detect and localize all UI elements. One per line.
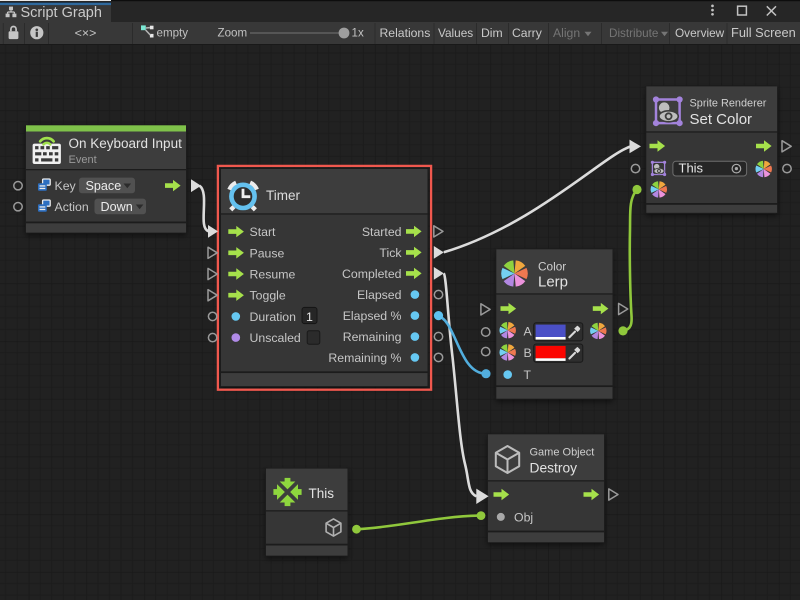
svg-text:Timer: Timer <box>266 188 300 203</box>
svg-text:Game Object: Game Object <box>530 446 595 458</box>
svg-text:Color: Color <box>538 259 566 273</box>
svg-text:Full Screen: Full Screen <box>731 25 796 40</box>
svg-text:<×>: <×> <box>75 26 97 40</box>
svg-text:This: This <box>309 486 335 501</box>
svg-text:Unscaled: Unscaled <box>250 331 301 345</box>
svg-text:Key: Key <box>55 179 77 193</box>
svg-text:Down: Down <box>101 200 133 214</box>
svg-text:B: B <box>524 346 532 360</box>
svg-text:Values: Values <box>438 26 473 40</box>
svg-text:Remaining: Remaining <box>343 330 402 344</box>
svg-text:Action: Action <box>55 200 89 214</box>
svg-text:Lerp: Lerp <box>538 274 568 291</box>
svg-text:Relations: Relations <box>380 26 431 40</box>
svg-text:Pause: Pause <box>250 246 285 260</box>
svg-text:Obj: Obj <box>514 510 533 524</box>
svg-text:Start: Start <box>250 225 277 239</box>
svg-text:Overview: Overview <box>675 26 725 40</box>
svg-text:Destroy: Destroy <box>530 461 578 476</box>
svg-text:Set Color: Set Color <box>690 111 753 128</box>
svg-text:On Keyboard Input: On Keyboard Input <box>69 136 183 151</box>
svg-text:Started: Started <box>362 225 402 239</box>
svg-text:Tick: Tick <box>379 246 402 260</box>
svg-text:1x: 1x <box>352 27 364 40</box>
svg-text:Event: Event <box>69 154 97 166</box>
svg-text:Space: Space <box>86 179 122 193</box>
svg-text:Align: Align <box>553 26 580 40</box>
svg-text:1: 1 <box>306 310 313 324</box>
svg-text:Elapsed %: Elapsed % <box>343 309 402 323</box>
svg-text:Script Graph: Script Graph <box>21 5 102 21</box>
svg-text:Toggle: Toggle <box>250 289 286 303</box>
svg-text:A: A <box>524 324 533 338</box>
svg-text:Dim: Dim <box>481 26 503 40</box>
svg-text:Carry: Carry <box>512 26 543 40</box>
svg-text:Elapsed: Elapsed <box>357 288 402 302</box>
svg-text:Resume: Resume <box>250 268 296 282</box>
svg-text:Completed: Completed <box>342 267 402 281</box>
svg-text:Zoom: Zoom <box>218 27 248 40</box>
svg-text:Sprite Renderer: Sprite Renderer <box>690 98 767 110</box>
svg-text:Distribute: Distribute <box>609 27 658 40</box>
svg-text:empty: empty <box>157 27 189 40</box>
svg-text:This: This <box>679 161 704 176</box>
svg-text:Duration: Duration <box>250 310 297 324</box>
svg-text:T: T <box>524 368 532 382</box>
svg-text:Remaining %: Remaining % <box>328 351 401 365</box>
